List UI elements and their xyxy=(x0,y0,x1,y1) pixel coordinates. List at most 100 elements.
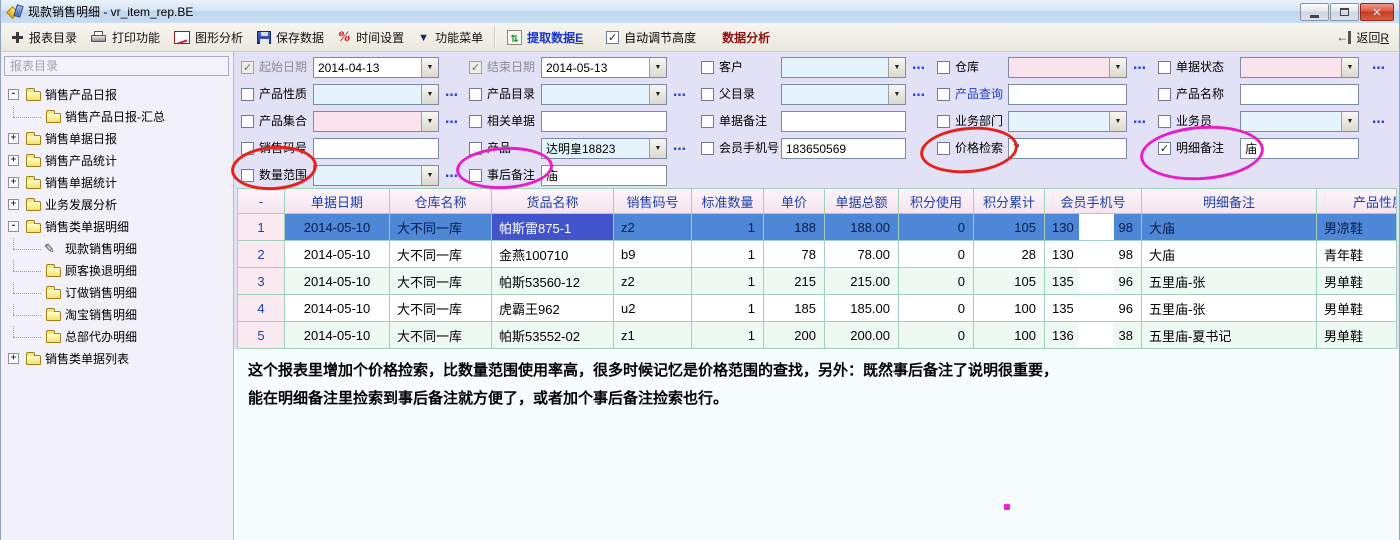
cell-points_used[interactable]: 0 xyxy=(899,214,974,241)
expand-icon[interactable]: + xyxy=(8,133,19,144)
cell-price[interactable]: 78 xyxy=(764,241,825,268)
cell-nature[interactable]: 男单鞋 xyxy=(1317,268,1397,295)
doc-status-dropdown[interactable]: ▼ xyxy=(1240,57,1359,78)
sales-code-input[interactable] xyxy=(313,138,439,159)
auto-height-checkbox[interactable]: ✓ xyxy=(606,31,619,44)
dropdown-arrow-icon[interactable]: ▼ xyxy=(1341,112,1358,131)
maximize-button[interactable] xyxy=(1330,3,1359,21)
doc-status-checkbox[interactable] xyxy=(1158,61,1171,74)
expand-icon[interactable]: + xyxy=(8,177,19,188)
dropdown-arrow-icon[interactable]: ▼ xyxy=(649,58,666,77)
tree-item-cash-sales-detail[interactable]: ✎现款销售明细 xyxy=(1,238,233,260)
tree-item-taobao-sales-detail[interactable]: 淘宝销售明细 xyxy=(1,304,233,326)
cell-points_used[interactable]: 0 xyxy=(899,322,974,349)
cell-item[interactable]: 虎霸王962 xyxy=(492,295,614,322)
salesman-dropdown[interactable]: ▼ xyxy=(1240,111,1359,132)
collapse-icon[interactable]: - xyxy=(8,221,19,232)
product-set-lookup-button[interactable]: … xyxy=(445,113,459,127)
cell-phone[interactable]: 13638 xyxy=(1045,322,1142,349)
tree-item-sales-doc-detail[interactable]: -销售类单据明细 xyxy=(1,216,233,238)
dropdown-arrow-icon[interactable]: ▼ xyxy=(421,112,438,131)
cell-qty[interactable]: 1 xyxy=(692,322,764,349)
product-nature-lookup-button[interactable]: … xyxy=(445,86,459,100)
toolbar-time-settings-button[interactable]: 时间设置 xyxy=(331,25,411,49)
doc-note-checkbox[interactable] xyxy=(701,115,714,128)
warehouse-lookup-button[interactable]: … xyxy=(1133,59,1147,73)
cell-num[interactable]: 3 xyxy=(238,268,285,295)
cell-points_total[interactable]: 100 xyxy=(974,295,1045,322)
close-button[interactable]: ✕ xyxy=(1360,3,1394,21)
header-cell-points_total[interactable]: 积分累计 xyxy=(974,189,1045,214)
cell-note[interactable]: 五里庙-张 xyxy=(1142,295,1317,322)
cell-code[interactable]: z2 xyxy=(614,214,692,241)
cell-total[interactable]: 200.00 xyxy=(825,322,899,349)
tree-item-hq-agent-detail[interactable]: 总部代办明细 xyxy=(1,326,233,348)
cell-num[interactable]: 5 xyxy=(238,322,285,349)
product-lookup-button[interactable]: … xyxy=(673,140,687,154)
cell-note[interactable]: 五里庙-张 xyxy=(1142,268,1317,295)
product-nature-dropdown[interactable]: ▼ xyxy=(313,84,439,105)
header-cell-total[interactable]: 单据总额 xyxy=(825,189,899,214)
tree-item-custom-order-sales-detail[interactable]: 订做销售明细 xyxy=(1,282,233,304)
start-date-checkbox[interactable]: ✓ xyxy=(241,61,254,74)
expand-icon[interactable]: + xyxy=(8,155,19,166)
cell-points_total[interactable]: 105 xyxy=(974,268,1045,295)
product-name-checkbox[interactable] xyxy=(1158,88,1171,101)
cell-phone[interactable]: 13596 xyxy=(1045,268,1142,295)
cell-phone[interactable]: 13596 xyxy=(1045,295,1142,322)
dropdown-arrow-icon[interactable]: ▼ xyxy=(421,58,438,77)
cell-total[interactable]: 215.00 xyxy=(825,268,899,295)
header-cell-warehouse[interactable]: 仓库名称 xyxy=(390,189,492,214)
cell-warehouse[interactable]: 大不同一库 xyxy=(390,295,492,322)
cell-num[interactable]: 1 xyxy=(238,214,285,241)
auto-height-toggle[interactable]: ✓自动调节高度 xyxy=(606,29,696,46)
cell-warehouse[interactable]: 大不同一库 xyxy=(390,322,492,349)
dropdown-arrow-icon[interactable]: ▼ xyxy=(649,85,666,104)
toolbar-report-catalog-button[interactable]: 报表目录 xyxy=(4,25,84,49)
toolbar-save-data-button[interactable]: 保存数据 xyxy=(250,25,331,49)
tree-item-sales-product-stats[interactable]: +销售产品统计 xyxy=(1,150,233,172)
cell-num[interactable]: 4 xyxy=(238,295,285,322)
customer-lookup-button[interactable]: … xyxy=(912,59,926,73)
customer-checkbox[interactable] xyxy=(701,61,714,74)
business-dept-dropdown[interactable]: ▼ xyxy=(1008,111,1127,132)
qty-range-checkbox[interactable] xyxy=(241,169,254,182)
cell-code[interactable]: z2 xyxy=(614,268,692,295)
cell-code[interactable]: u2 xyxy=(614,295,692,322)
price-search-input[interactable]: 7 xyxy=(1008,138,1127,159)
cell-price[interactable]: 215 xyxy=(764,268,825,295)
salesman-lookup-button[interactable]: … xyxy=(1372,113,1386,127)
header-cell-qty[interactable]: 标准数量 xyxy=(692,189,764,214)
tree-item-sales-product-daily[interactable]: -销售产品日报 xyxy=(1,84,233,106)
tree-item-business-growth-analysis[interactable]: +业务发展分析 xyxy=(1,194,233,216)
cell-qty[interactable]: 1 xyxy=(692,241,764,268)
toolbar-fetch-data-button[interactable]: 提取数据E xyxy=(500,25,590,49)
cell-points_total[interactable]: 28 xyxy=(974,241,1045,268)
tree-item-sales-doc-stats[interactable]: +销售单据统计 xyxy=(1,172,233,194)
customer-dropdown[interactable]: ▼ xyxy=(781,57,906,78)
expand-icon[interactable]: + xyxy=(8,353,19,364)
table-row[interactable]: 22014-05-10大不同一库金燕100710b917878.00028130… xyxy=(238,241,1396,268)
dropdown-arrow-icon[interactable]: ▼ xyxy=(421,166,438,185)
cell-item[interactable]: 帕斯53560-12 xyxy=(492,268,614,295)
cell-num[interactable]: 2 xyxy=(238,241,285,268)
header-cell-code[interactable]: 销售码号 xyxy=(614,189,692,214)
tree-item-sales-doc-daily[interactable]: +销售单据日报 xyxy=(1,128,233,150)
product-catalog-checkbox[interactable] xyxy=(469,88,482,101)
cell-price[interactable]: 188 xyxy=(764,214,825,241)
cell-date[interactable]: 2014-05-10 xyxy=(285,214,390,241)
toolbar-chart-analysis-button[interactable]: 图形分析 xyxy=(167,25,250,49)
member-phone-checkbox[interactable] xyxy=(701,142,714,155)
business-dept-checkbox[interactable] xyxy=(937,115,950,128)
cell-note[interactable]: 五里庙-夏书记 xyxy=(1142,322,1317,349)
cell-warehouse[interactable]: 大不同一库 xyxy=(390,268,492,295)
qty-range-lookup-button[interactable]: … xyxy=(445,167,459,181)
cell-points_used[interactable]: 0 xyxy=(899,295,974,322)
business-dept-lookup-button[interactable]: … xyxy=(1133,113,1147,127)
end-date-checkbox[interactable]: ✓ xyxy=(469,61,482,74)
dropdown-arrow-icon[interactable]: ▼ xyxy=(888,58,905,77)
price-search-checkbox[interactable] xyxy=(937,142,950,155)
toolbar-data-analysis-button[interactable]: 数据分析 xyxy=(722,29,770,46)
post-note-input[interactable]: 庙 xyxy=(541,165,667,186)
product-set-dropdown[interactable]: ▼ xyxy=(313,111,439,132)
